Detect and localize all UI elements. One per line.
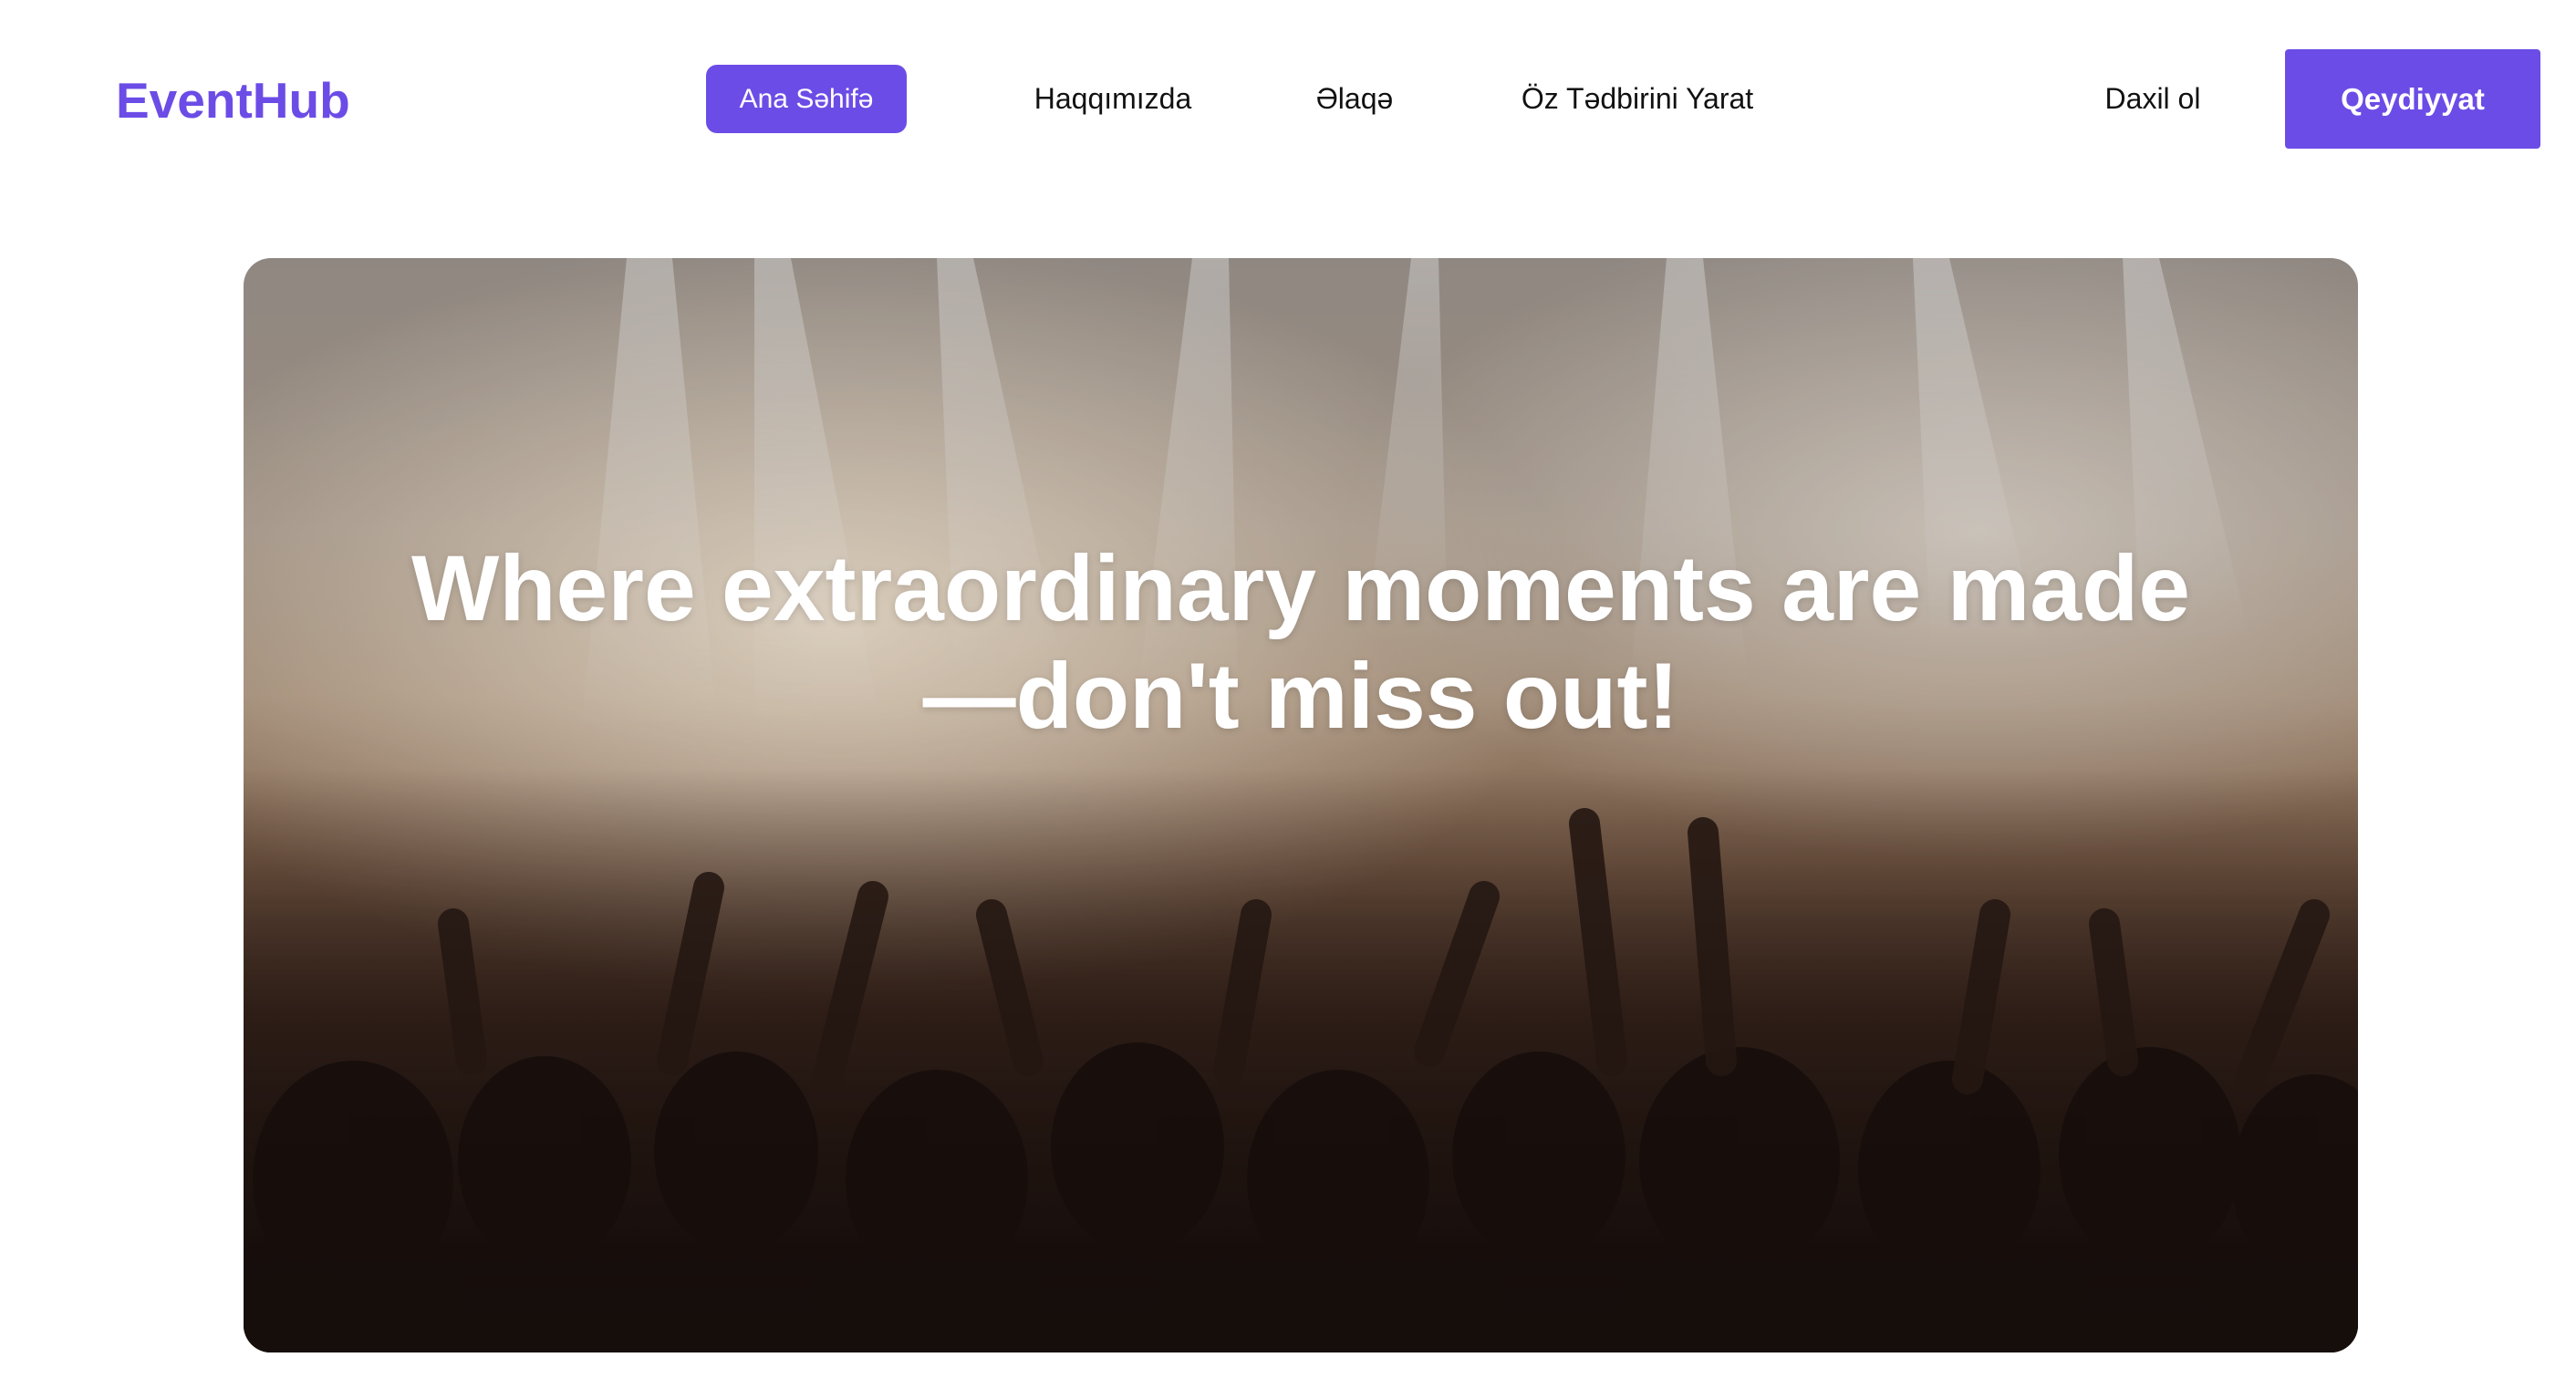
eventhub-logo[interactable]: EventHub (116, 64, 350, 137)
hero-banner: Where extraordinary moments are made —do… (244, 258, 2358, 1352)
nav-item-about[interactable]: Haqqımızda (1013, 65, 1213, 133)
top-navbar: EventHub Ana Səhifə Haqqımızda Əlaqə Öz … (0, 0, 2576, 201)
hero-overlay (244, 258, 2358, 1352)
register-button[interactable]: Qeydiyyat (2285, 49, 2540, 149)
nav-item-home[interactable]: Ana Səhifə (706, 65, 907, 133)
login-link[interactable]: Daxil ol (2089, 65, 2217, 133)
nav-item-contact[interactable]: Əlaqə (1291, 65, 1418, 133)
nav-item-create-event[interactable]: Öz Tədbirini Yarat (1496, 65, 1779, 133)
hero-title: Where extraordinary moments are made —do… (410, 536, 2191, 749)
